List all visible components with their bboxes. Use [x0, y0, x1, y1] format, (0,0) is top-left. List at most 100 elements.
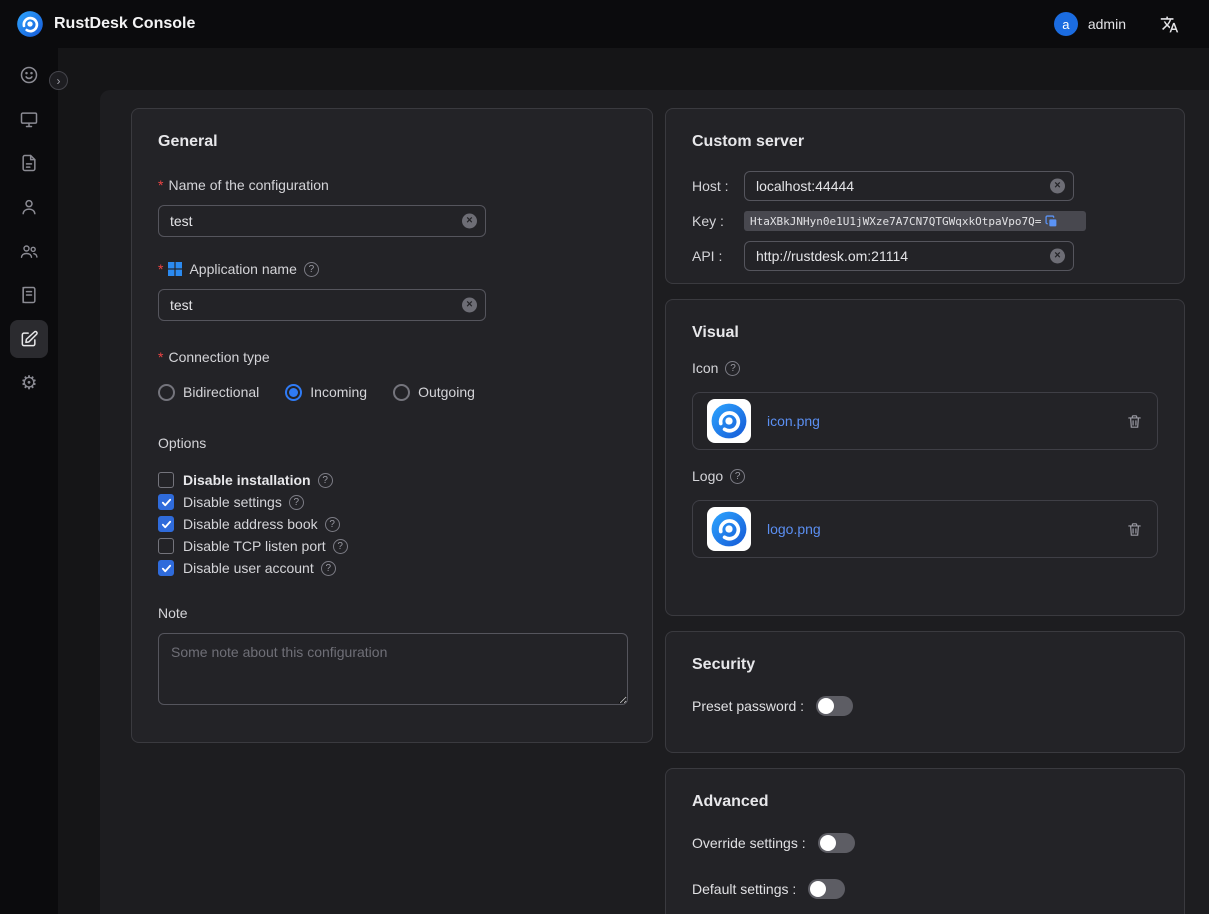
- help-icon[interactable]: ?: [730, 469, 745, 484]
- sidebar-collapse-button[interactable]: ›: [49, 71, 68, 90]
- icon-file-box: icon.png: [692, 392, 1158, 450]
- help-icon[interactable]: ?: [304, 262, 319, 277]
- sidebar-item-user[interactable]: [10, 188, 48, 226]
- document-icon: [19, 153, 39, 173]
- checkbox-disable-user-account[interactable]: Disable user account ?: [158, 557, 626, 579]
- application-name-input[interactable]: [158, 289, 486, 321]
- edit-icon: [19, 329, 39, 349]
- required-marker: *: [158, 349, 163, 365]
- connection-type-radio-group: Bidirectional Incoming Outgoing: [158, 381, 626, 403]
- sidebar-item-audit[interactable]: [10, 144, 48, 182]
- preset-password-label: Preset password :: [692, 698, 804, 714]
- help-icon[interactable]: ?: [725, 361, 740, 376]
- note-label: Note: [158, 603, 626, 623]
- custom-server-title: Custom server: [692, 133, 1158, 151]
- top-bar: RustDesk Console a admin: [0, 0, 1209, 48]
- checkbox-disable-settings[interactable]: Disable settings ?: [158, 491, 626, 513]
- general-title: General: [158, 133, 626, 151]
- name-config-label: * Name of the configuration: [158, 175, 626, 195]
- user-name[interactable]: admin: [1088, 16, 1126, 32]
- override-settings-label: Override settings :: [692, 835, 806, 851]
- user-icon: [19, 197, 39, 217]
- icon-file-link[interactable]: icon.png: [767, 413, 820, 429]
- checkbox-checked-icon: [158, 494, 174, 510]
- help-icon[interactable]: ?: [289, 495, 304, 510]
- help-icon[interactable]: ?: [325, 517, 340, 532]
- help-icon[interactable]: ?: [318, 473, 333, 488]
- sidebar-item-status[interactable]: [10, 56, 48, 94]
- clear-icon[interactable]: ×: [462, 298, 477, 313]
- preset-password-toggle[interactable]: [816, 696, 853, 716]
- trash-icon[interactable]: [1126, 413, 1143, 430]
- devices-icon: [19, 109, 39, 129]
- required-marker: *: [158, 177, 163, 193]
- clear-icon[interactable]: ×: [1050, 179, 1065, 194]
- checkbox-checked-icon: [158, 560, 174, 576]
- radio-incoming[interactable]: Incoming: [285, 384, 367, 401]
- default-settings-toggle[interactable]: [808, 879, 845, 899]
- translate-icon[interactable]: [1160, 15, 1179, 34]
- options-label: Options: [158, 433, 626, 453]
- users-icon: [19, 241, 39, 261]
- override-settings-toggle[interactable]: [818, 833, 855, 853]
- sidebar: ⚙: [0, 48, 58, 914]
- visual-title: Visual: [692, 324, 1158, 342]
- logo-file-box: logo.png: [692, 500, 1158, 558]
- config-name-input[interactable]: [158, 205, 486, 237]
- application-name-label: * Application name ?: [158, 259, 626, 279]
- api-row: API : ×: [692, 241, 1158, 271]
- sidebar-item-address-books[interactable]: [10, 276, 48, 314]
- note-textarea[interactable]: [158, 633, 628, 705]
- right-column: Custom server Host : × Key : HtaXBkJNHyn…: [665, 108, 1185, 914]
- logo-file-link[interactable]: logo.png: [767, 521, 821, 537]
- rustdesk-logo-icon: [16, 10, 44, 38]
- help-icon[interactable]: ?: [333, 539, 348, 554]
- trash-icon[interactable]: [1126, 521, 1143, 538]
- host-row: Host : ×: [692, 171, 1158, 201]
- radio-selected-icon: [285, 384, 302, 401]
- clear-icon[interactable]: ×: [1050, 249, 1065, 264]
- sidebar-item-groups[interactable]: [10, 232, 48, 270]
- key-label: Key :: [692, 213, 744, 229]
- sidebar-item-settings[interactable]: ⚙: [10, 364, 48, 402]
- required-marker: *: [158, 261, 163, 277]
- radio-icon: [393, 384, 410, 401]
- general-card: General * Name of the configuration × *: [131, 108, 653, 743]
- default-settings-label: Default settings :: [692, 881, 796, 897]
- logo-thumbnail: [707, 507, 751, 551]
- checkbox-icon: [158, 472, 174, 488]
- radio-bidirectional[interactable]: Bidirectional: [158, 384, 259, 401]
- checkbox-disable-installation[interactable]: Disable installation ?: [158, 469, 626, 491]
- key-row: Key : HtaXBkJNHyn0e1U1jWXze7A7CN7QTGWqxk…: [692, 211, 1158, 231]
- smiley-icon: [19, 65, 39, 85]
- api-input[interactable]: [744, 241, 1074, 271]
- sidebar-item-devices[interactable]: [10, 100, 48, 138]
- gear-icon: ⚙: [20, 374, 37, 393]
- host-label: Host :: [692, 178, 744, 194]
- api-label: API :: [692, 248, 744, 264]
- radio-outgoing[interactable]: Outgoing: [393, 384, 475, 401]
- sidebar-item-custom-clients[interactable]: [10, 320, 48, 358]
- user-avatar[interactable]: a: [1054, 12, 1078, 36]
- icon-label-row: Icon ?: [692, 358, 1158, 378]
- default-settings-row: Default settings :: [692, 877, 1158, 901]
- content-outer: General * Name of the configuration × *: [58, 48, 1209, 914]
- host-input[interactable]: [744, 171, 1074, 201]
- advanced-card: Advanced Override settings : Default set…: [665, 768, 1185, 914]
- icon-thumbnail: [707, 399, 751, 443]
- content-panel: General * Name of the configuration × *: [100, 90, 1209, 914]
- windows-logo-icon: [168, 262, 182, 276]
- checkbox-icon: [158, 538, 174, 554]
- copy-icon[interactable]: [1045, 215, 1058, 228]
- help-icon[interactable]: ?: [321, 561, 336, 576]
- checkbox-disable-tcp-listen-port[interactable]: Disable TCP listen port ?: [158, 535, 626, 557]
- app-title: RustDesk Console: [54, 15, 195, 33]
- security-title: Security: [692, 656, 1158, 674]
- radio-icon: [158, 384, 175, 401]
- checkbox-checked-icon: [158, 516, 174, 532]
- checkbox-disable-address-book[interactable]: Disable address book ?: [158, 513, 626, 535]
- logo-label-row: Logo ?: [692, 466, 1158, 486]
- custom-server-card: Custom server Host : × Key : HtaXBkJNHyn…: [665, 108, 1185, 284]
- security-card: Security Preset password :: [665, 631, 1185, 753]
- clear-icon[interactable]: ×: [462, 214, 477, 229]
